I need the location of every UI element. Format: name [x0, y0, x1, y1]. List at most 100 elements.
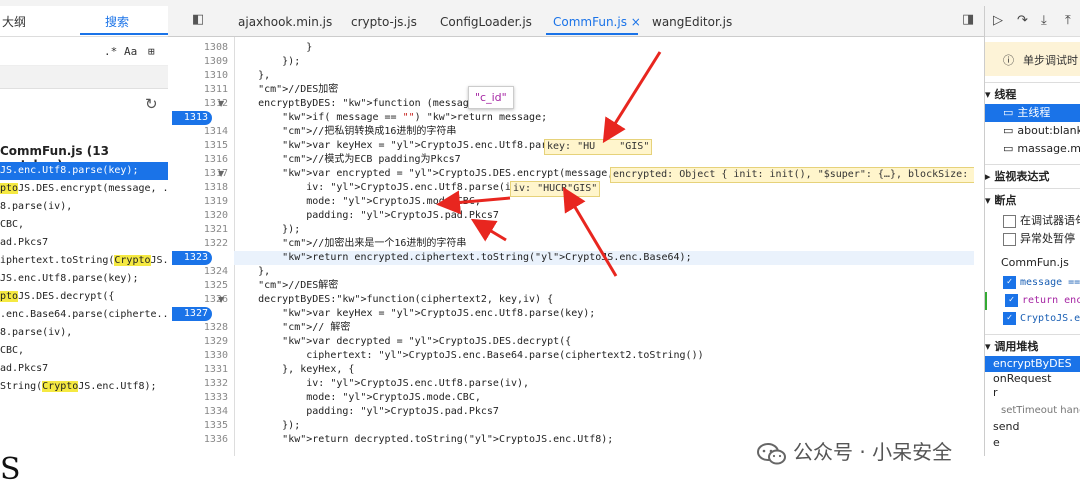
debugger-panel: ▷ ↷ ⤓ ⤒ ⓘ 单步调试时 ▾ 线程 ▭ 主线程 ▭ about:blank ▭… — [984, 6, 1080, 456]
code-text: }); — [234, 56, 301, 67]
window-icon: ▭ — [1003, 124, 1014, 137]
code-text: "kw">return encrypted.ciphertext.toStrin… — [282, 252, 692, 263]
step-over-icon[interactable]: ↷ — [1017, 13, 1028, 28]
line-number[interactable]: 1322 — [168, 237, 228, 251]
line-number[interactable]: 1332 — [168, 377, 228, 391]
step-out-icon[interactable]: ⤒ — [1065, 13, 1071, 28]
tab-ajaxhook[interactable]: ajaxhook.min.js — [238, 15, 332, 29]
breakpoint-item[interactable]: ✓ CryptoJS.en — [985, 310, 1080, 328]
window-icon: ▭ — [1003, 142, 1014, 155]
fold-arrow-icon[interactable]: ▼ — [218, 295, 224, 304]
line-number[interactable]: 1319 — [168, 195, 228, 209]
pause-on-exceptions-option[interactable]: 异常处暂停 — [985, 230, 1080, 248]
resume-icon[interactable]: ▷ — [993, 13, 1003, 28]
tab-outline[interactable]: 大纲 — [2, 13, 26, 30]
line-number[interactable]: 1309 — [168, 55, 228, 69]
line-number[interactable]: 1330 — [168, 349, 228, 363]
breakpoint-line-number[interactable]: 1323 — [172, 251, 212, 265]
line-number[interactable]: 1328 — [168, 321, 228, 335]
line-number[interactable]: 1324 — [168, 265, 228, 279]
tab-wangeditor[interactable]: wangEditor.js — [652, 15, 732, 29]
checkbox-checked[interactable]: ✓ — [1003, 311, 1016, 325]
search-result-row[interactable]: CBC, — [0, 342, 168, 360]
step-into-icon[interactable]: ⤓ — [1041, 13, 1047, 28]
result-text-post: JS.DES.encrypt(message, ... — [18, 183, 168, 194]
stack-frame[interactable]: encryptByDES — [985, 356, 1080, 372]
line-number[interactable]: 1311 — [168, 83, 228, 97]
line-number[interactable]: 1329 — [168, 335, 228, 349]
tab-commfun[interactable]: CommFun.js × — [553, 15, 641, 29]
search-result-row[interactable]: ad.Pkcs7 — [0, 360, 168, 378]
threads-section[interactable]: ▾ 线程 — [985, 82, 1080, 102]
toggle-debugger-panel-icon[interactable]: ◨ — [962, 12, 974, 27]
toggle-sidebar-icon[interactable]: ◧ — [192, 12, 204, 27]
line-number[interactable]: 1316 — [168, 153, 228, 167]
fold-arrow-icon[interactable]: ▼ — [218, 169, 224, 178]
thread-main[interactable]: ▭ 主线程 — [985, 104, 1080, 122]
search-result-row[interactable]: .enc.Base64.parse(cipherte... — [0, 306, 168, 324]
line-number[interactable]: 1318 — [168, 181, 228, 195]
stack-frame[interactable]: onRequest — [985, 372, 1080, 386]
tab-configloader[interactable]: ConfigLoader.js — [440, 15, 532, 29]
code-line: }); — [234, 419, 300, 433]
search-result-row[interactable]: ptoJS.DES.decrypt({ — [0, 288, 168, 306]
line-number[interactable]: 1320 — [168, 209, 228, 223]
breakpoint-item-current[interactable]: ✓ return encr — [985, 292, 1080, 310]
stack-frame[interactable]: e — [985, 436, 1080, 450]
search-result-row[interactable]: String(CryptoJS.enc.Utf8); — [0, 378, 168, 396]
line-number[interactable]: 1310 — [168, 69, 228, 83]
pause-on-debugger-option[interactable]: 在调试器语句处 — [985, 212, 1080, 230]
code-line: } — [234, 41, 312, 55]
tab-crypto-js[interactable]: crypto-js.js — [351, 15, 417, 29]
code-text: ciphertext: "yl">CryptoJS.enc.Base64.par… — [234, 350, 704, 361]
fold-arrow-icon[interactable]: ▼ — [218, 99, 224, 108]
search-result-row[interactable]: 8.parse(iv), — [0, 198, 168, 216]
line-number[interactable]: 1331 — [168, 363, 228, 377]
result-match: pto — [0, 291, 19, 302]
breakpoint-item[interactable]: ✓ message == — [985, 274, 1080, 292]
line-number[interactable]: 1334 — [168, 405, 228, 419]
search-result-row[interactable]: 8.parse(iv), — [0, 324, 168, 342]
thread-about-blank[interactable]: ▭ about:blank — [985, 122, 1080, 140]
code-editor[interactable]: } }); }, "cm">//DES加密 encryptByDES: "kw"… — [234, 37, 974, 456]
refresh-icon[interactable]: ↻ — [145, 95, 158, 113]
thread-massage[interactable]: ▭massage.mp — [985, 140, 1080, 158]
whole-word-toggle[interactable]: ⊞ — [148, 45, 155, 58]
regex-toggle[interactable]: .* — [104, 45, 117, 58]
line-number-gutter[interactable]: 1308 1309 1310 1311 1312 ▼ 1313 1314 1315 1316 131… — [168, 37, 235, 456]
line-number[interactable]: 1314 — [168, 125, 228, 139]
search-result-row[interactable]: iphertext.toString(CryptoJS.... — [0, 252, 168, 270]
line-number[interactable]: 1325 — [168, 279, 228, 293]
line-number[interactable]: 1308 — [168, 41, 228, 55]
match-case-toggle[interactable]: Aa — [124, 45, 137, 58]
search-result-row[interactable]: JS.enc.Utf8.parse(key); — [0, 270, 168, 288]
breakpoint-line-number[interactable]: 1313 — [172, 111, 212, 125]
line-number[interactable]: 1321 — [168, 223, 228, 237]
code-text: iv: "yl">CryptoJS.enc.Utf8.parse(iv), — [234, 182, 530, 193]
callstack-section[interactable]: ▾ 调用堆栈 — [985, 334, 1080, 354]
checkbox-checked[interactable]: ✓ — [1003, 275, 1016, 289]
search-result-row[interactable]: JS.enc.Utf8.parse(key); — [0, 162, 168, 180]
checkbox[interactable] — [1003, 232, 1016, 246]
result-text-post: JS.enc.Utf8); — [78, 381, 157, 392]
close-icon[interactable]: × — [631, 15, 641, 29]
line-number[interactable]: 1315 — [168, 139, 228, 153]
breakpoints-title: 断点 — [994, 194, 1017, 207]
checkbox[interactable] — [1003, 214, 1016, 228]
breakpoint-line-number[interactable]: 1327 — [172, 307, 212, 321]
search-result-row[interactable]: ptoJS.DES.encrypt(message, ... — [0, 180, 168, 198]
search-input[interactable] — [0, 66, 168, 89]
stack-frame-async[interactable]: setTimeout hand — [985, 404, 1080, 418]
watch-section[interactable]: ▸ 监视表达式 — [985, 164, 1080, 184]
search-result-row[interactable]: ad.Pkcs7 — [0, 234, 168, 252]
code-line: "kw">return encrypted.ciphertext.toStrin… — [234, 251, 974, 265]
stack-frame[interactable]: r — [985, 386, 1080, 400]
line-number[interactable]: 1333 — [168, 391, 228, 405]
breakpoints-section[interactable]: ▾ 断点 — [985, 188, 1080, 208]
search-result-row[interactable]: CBC, — [0, 216, 168, 234]
tab-search[interactable]: 搜索 — [105, 13, 129, 30]
checkbox-checked[interactable]: ✓ — [1005, 293, 1018, 307]
line-number[interactable]: 1335 — [168, 419, 228, 433]
line-number[interactable]: 1336 — [168, 433, 228, 447]
stack-frame[interactable]: send — [985, 420, 1080, 434]
